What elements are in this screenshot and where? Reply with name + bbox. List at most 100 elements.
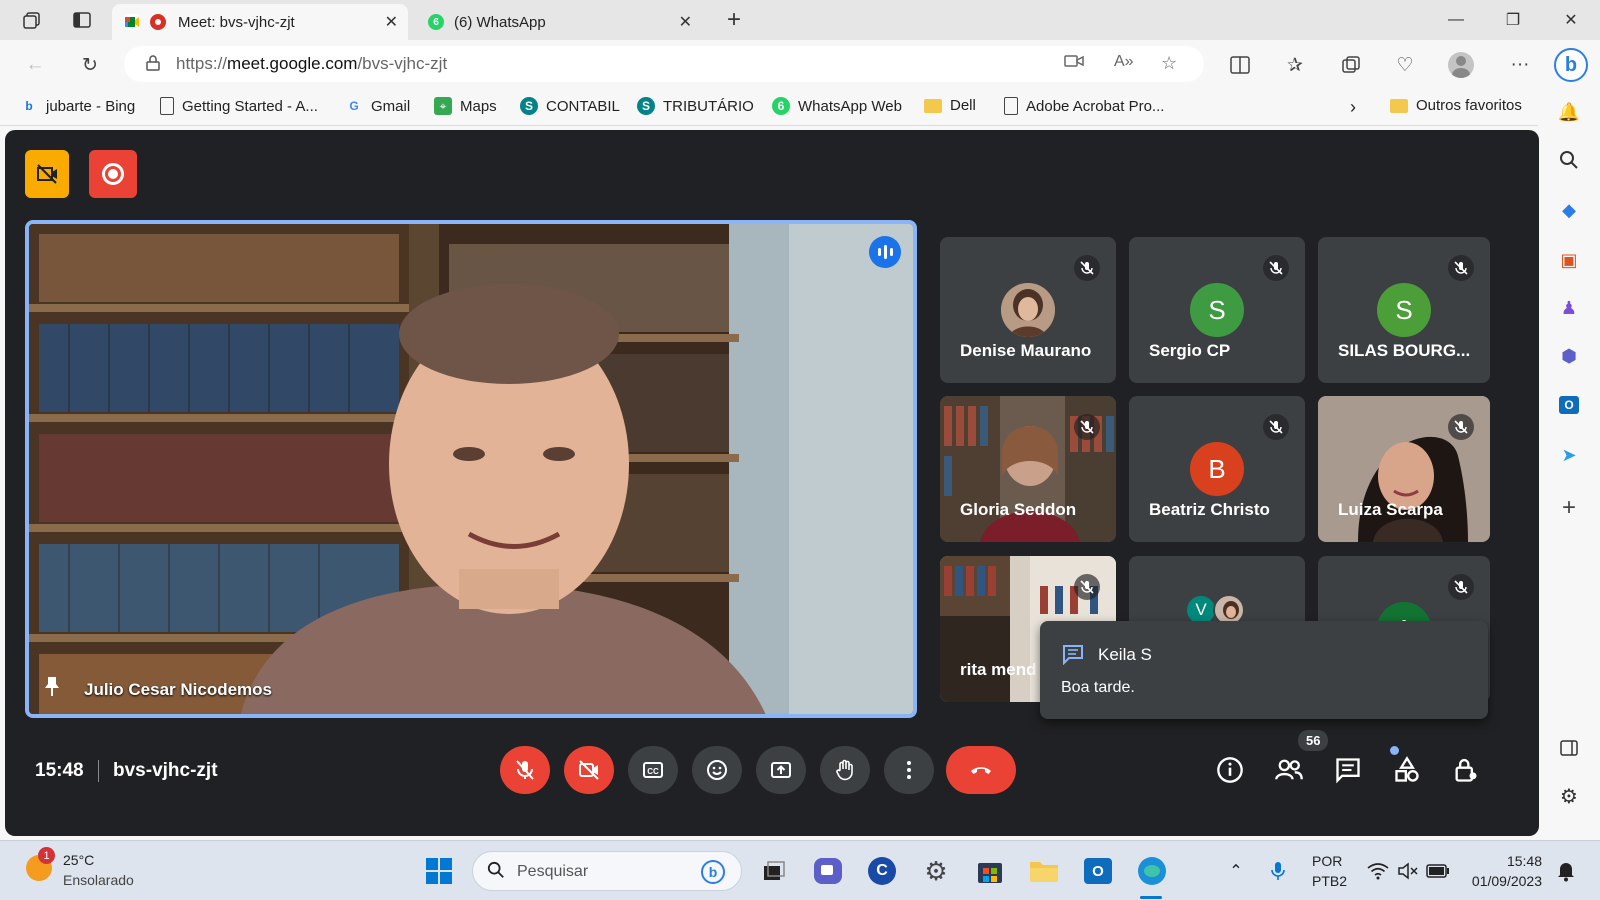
refresh-icon[interactable]: ↻ xyxy=(75,50,105,80)
recording-badge-icon[interactable] xyxy=(89,150,137,198)
back-icon[interactable]: ← xyxy=(20,50,50,80)
google-icon: G xyxy=(349,99,359,113)
outlook-icon[interactable]: O xyxy=(1557,393,1581,417)
participant-name: Beatriz Christo xyxy=(1149,500,1270,519)
file-explorer-icon[interactable] xyxy=(1028,855,1060,887)
shopping-tag-icon[interactable]: ◆ xyxy=(1557,198,1581,222)
participant-tile[interactable]: B Beatriz Christo xyxy=(1129,396,1305,542)
bookmark-dell[interactable]: Dell xyxy=(924,97,976,114)
restore-icon[interactable]: ❐ xyxy=(1493,6,1533,34)
browser-essentials-icon[interactable]: ♡ xyxy=(1390,50,1420,80)
main-speaker-tile[interactable]: Julio Cesar Nicodemos xyxy=(25,220,917,718)
bing-copilot-icon[interactable]: b xyxy=(1552,46,1590,84)
maps-icon: ⌖ xyxy=(434,97,452,115)
bookmark-gmail[interactable]: G Gmail xyxy=(345,97,410,115)
leave-call-button[interactable] xyxy=(946,746,1016,794)
vertical-tabs-icon[interactable] xyxy=(70,8,94,32)
captions-button[interactable]: CC xyxy=(628,746,678,794)
hide-sidebar-icon[interactable] xyxy=(1557,736,1581,760)
microphone-icon[interactable] xyxy=(1262,855,1294,887)
reactions-button[interactable] xyxy=(692,746,742,794)
more-options-button[interactable] xyxy=(884,746,934,794)
no-camera-badge-icon[interactable] xyxy=(25,150,69,198)
minimize-icon[interactable]: — xyxy=(1436,6,1476,34)
bookmark-other-favorites[interactable]: Outros favoritos xyxy=(1390,97,1522,114)
speaker-muted-icon[interactable] xyxy=(1392,855,1424,887)
weather-description[interactable]: Ensolarado xyxy=(63,872,134,888)
new-tab-icon[interactable]: + xyxy=(722,6,746,33)
close-window-icon[interactable]: ✕ xyxy=(1551,6,1591,34)
language-code[interactable]: POR xyxy=(1312,853,1342,869)
bookmark-adobe-acrobat[interactable]: Adobe Acrobat Pro... xyxy=(1004,97,1164,115)
settings-icon[interactable]: ⚙ xyxy=(920,855,952,887)
settings-gear-icon[interactable]: ⚙ xyxy=(1557,784,1581,808)
collections-icon[interactable] xyxy=(1336,50,1366,80)
show-hidden-icons-chevron-icon[interactable]: ⌃ xyxy=(1220,855,1252,887)
address-bar[interactable]: https://meet.google.com/bvs-vjhc-zjt A» … xyxy=(124,46,1204,82)
chat-message: Boa tarde. xyxy=(1061,679,1135,696)
bing-icon[interactable]: b xyxy=(701,860,725,884)
hand-icon xyxy=(836,759,853,781)
participant-tile[interactable]: Denise Maurano xyxy=(940,237,1116,383)
participant-tile[interactable]: Gloria Seddon xyxy=(940,396,1116,542)
games-icon[interactable]: ♟ xyxy=(1557,296,1581,320)
taskbar-search-input[interactable]: Pesquisar b xyxy=(472,851,742,891)
speaker-video xyxy=(29,224,913,714)
start-windows-icon[interactable] xyxy=(423,855,455,887)
taskbar-date[interactable]: 01/09/2023 xyxy=(1462,873,1542,889)
meeting-details-button[interactable] xyxy=(1212,752,1248,788)
teams-chat-icon[interactable] xyxy=(812,855,844,887)
bookmark-contabil[interactable]: S CONTABIL xyxy=(520,97,620,115)
tab-whatsapp[interactable]: 6 (6) WhatsApp ✕ xyxy=(416,4,702,40)
taskbar-clock[interactable]: 15:48 xyxy=(1492,853,1542,869)
more-options-icon[interactable]: ··· xyxy=(1505,50,1535,80)
weather-temperature[interactable]: 25°C xyxy=(63,852,94,868)
battery-icon[interactable] xyxy=(1422,855,1454,887)
url-text[interactable]: https://meet.google.com/bvs-vjhc-zjt xyxy=(176,54,447,74)
split-screen-icon[interactable] xyxy=(1225,50,1255,80)
people-button[interactable] xyxy=(1271,752,1307,788)
favorite-star-icon[interactable]: ☆ xyxy=(1161,53,1177,74)
bookmark-tributario[interactable]: S TRIBUTÁRIO xyxy=(637,97,754,115)
profile-avatar[interactable] xyxy=(1446,50,1476,80)
workspaces-icon[interactable] xyxy=(20,8,44,32)
participant-tile[interactable]: S Sergio CP xyxy=(1129,237,1305,383)
keyboard-layout[interactable]: PTB2 xyxy=(1312,873,1347,889)
hang-up-icon xyxy=(971,767,991,774)
host-controls-button[interactable] xyxy=(1448,752,1484,788)
chat-notification[interactable]: Keila S Boa tarde. xyxy=(1040,621,1488,719)
wifi-icon[interactable] xyxy=(1362,855,1394,887)
bookmarks-overflow-chevron-icon[interactable]: › xyxy=(1350,97,1356,118)
task-view-icon[interactable] xyxy=(758,855,790,887)
tools-briefcase-icon[interactable]: ▣ xyxy=(1557,248,1581,272)
participant-tile[interactable]: Luiza Scarpa xyxy=(1318,396,1490,542)
toggle-mic-button[interactable] xyxy=(500,746,550,794)
outlook-icon[interactable]: O xyxy=(1082,855,1114,887)
cortana-app-icon[interactable]: C xyxy=(866,855,898,887)
microsoft-365-icon[interactable]: ⬢ xyxy=(1557,344,1581,368)
favorites-icon[interactable]: ✰ xyxy=(1280,50,1310,80)
notification-bell-icon[interactable]: 🔔 xyxy=(1557,100,1581,124)
bookmark-maps[interactable]: ⌖ Maps xyxy=(434,97,497,115)
bookmark-getting-started[interactable]: Getting Started - A... xyxy=(160,97,318,115)
read-aloud-icon[interactable]: A» xyxy=(1114,53,1134,71)
add-sidebar-app-icon[interactable]: + xyxy=(1557,494,1581,521)
participant-tile[interactable]: S SILAS BOURG... xyxy=(1318,237,1490,383)
pin-icon[interactable] xyxy=(43,675,61,702)
camera-icon[interactable] xyxy=(1064,53,1084,74)
edge-browser-icon[interactable] xyxy=(1136,855,1168,887)
tab-meet[interactable]: Meet: bvs-vjhc-zjt ✕ xyxy=(112,4,408,40)
bookmark-jubarte-bing[interactable]: b jubarte - Bing xyxy=(20,97,135,115)
present-screen-button[interactable] xyxy=(756,746,806,794)
chat-button[interactable] xyxy=(1330,752,1366,788)
close-tab-icon[interactable]: ✕ xyxy=(385,12,398,32)
drop-send-icon[interactable]: ➤ xyxy=(1557,443,1581,467)
activities-button[interactable] xyxy=(1389,752,1425,788)
search-icon[interactable] xyxy=(1557,148,1581,172)
toggle-camera-button[interactable] xyxy=(564,746,614,794)
microsoft-store-icon[interactable] xyxy=(974,855,1006,887)
close-tab-icon[interactable]: ✕ xyxy=(679,12,692,32)
bookmark-whatsapp-web[interactable]: 6 WhatsApp Web xyxy=(772,97,902,115)
notifications-icon[interactable] xyxy=(1554,859,1578,883)
raise-hand-button[interactable] xyxy=(820,746,870,794)
